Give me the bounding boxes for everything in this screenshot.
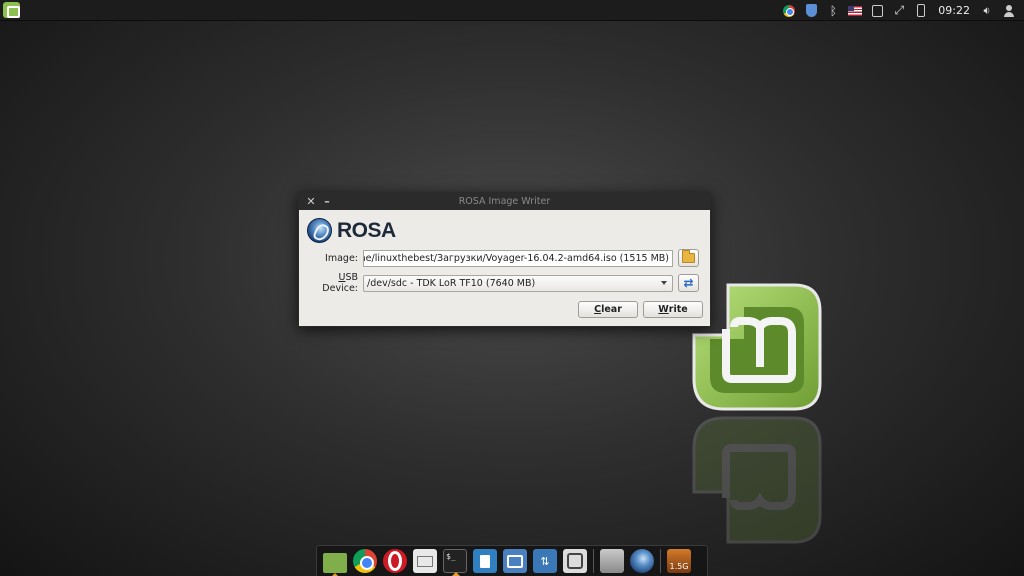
terminal-icon[interactable]: $_ bbox=[443, 549, 467, 576]
linux-mint-logo-reflection bbox=[692, 416, 822, 544]
running-indicator bbox=[452, 572, 460, 576]
dock: $_ ⇅ 1.5G bbox=[316, 545, 708, 576]
image-label: Image: bbox=[325, 252, 358, 264]
shield-icon[interactable] bbox=[804, 4, 818, 18]
files-icon[interactable] bbox=[323, 553, 347, 576]
open-image-button[interactable] bbox=[678, 249, 699, 267]
usb-device-select[interactable]: /dev/sdc - TDK LoR TF10 (7640 MB) bbox=[363, 274, 673, 292]
chevron-down-icon bbox=[661, 280, 667, 285]
mail-icon[interactable] bbox=[413, 549, 437, 573]
clear-button[interactable]: Clear bbox=[578, 301, 638, 318]
window-title: ROSA Image Writer bbox=[458, 196, 551, 207]
rosa-brand-text: ROSA bbox=[337, 218, 396, 242]
volume-icon[interactable]: 🔉︎ bbox=[980, 4, 994, 18]
image-row: Image: home/linuxthebest/Загрузки/Voyage… bbox=[302, 249, 699, 267]
usb-device-label: USB Device: bbox=[322, 272, 358, 294]
bluetooth-icon[interactable]: ᛒ bbox=[826, 4, 840, 18]
image-path-field[interactable]: home/linuxthebest/Загрузки/Voyager-16.04… bbox=[363, 249, 673, 267]
image-path-value: home/linuxthebest/Загрузки/Voyager-16.04… bbox=[363, 252, 669, 264]
rosa-image-writer-icon[interactable] bbox=[630, 549, 654, 573]
user-icon[interactable] bbox=[1002, 4, 1016, 18]
document-viewer-icon[interactable] bbox=[473, 549, 497, 573]
clipboard-icon[interactable] bbox=[870, 4, 884, 18]
folder-open-icon bbox=[682, 250, 695, 263]
usb-device-row: USB Device: /dev/sdc - TDK LoR TF10 (764… bbox=[302, 272, 699, 294]
clock[interactable]: 09:22 bbox=[938, 4, 970, 17]
disk-icon[interactable]: 1.5G bbox=[667, 549, 691, 573]
dock-separator bbox=[660, 549, 661, 573]
refresh-devices-button[interactable]: ⇄ bbox=[678, 274, 699, 292]
rosa-logo: ROSA bbox=[307, 218, 396, 243]
settings-icon[interactable] bbox=[563, 549, 587, 573]
top-panel: ᛒ ⤢ 09:22 🔉︎ bbox=[0, 0, 1024, 21]
system-tray: ᛒ ⤢ 09:22 🔉︎ bbox=[778, 0, 1024, 21]
opera-icon[interactable] bbox=[383, 549, 407, 573]
screenshot-icon[interactable] bbox=[503, 549, 527, 573]
rosa-image-writer-window: ✕ – ROSA Image Writer ROSA Image: home/l… bbox=[298, 192, 711, 327]
write-button[interactable]: Write bbox=[643, 301, 703, 318]
dock-separator bbox=[593, 549, 594, 573]
usb-device-value: /dev/sdc - TDK LoR TF10 (7640 MB) bbox=[367, 277, 536, 289]
chrome-icon[interactable] bbox=[353, 549, 377, 573]
chrome-tray-icon[interactable] bbox=[782, 4, 796, 18]
mint-menu-icon[interactable] bbox=[3, 2, 20, 18]
battery-icon[interactable] bbox=[914, 4, 928, 18]
network-icon[interactable]: ⤢ bbox=[892, 3, 906, 18]
update-manager-icon[interactable]: ⇅ bbox=[533, 549, 557, 573]
refresh-icon: ⇄ bbox=[683, 276, 694, 290]
window-titlebar[interactable]: ✕ – ROSA Image Writer bbox=[299, 193, 710, 210]
us-flag-icon[interactable] bbox=[848, 4, 863, 18]
rosa-emblem-icon bbox=[307, 218, 332, 243]
window-list-icon[interactable] bbox=[600, 549, 624, 573]
